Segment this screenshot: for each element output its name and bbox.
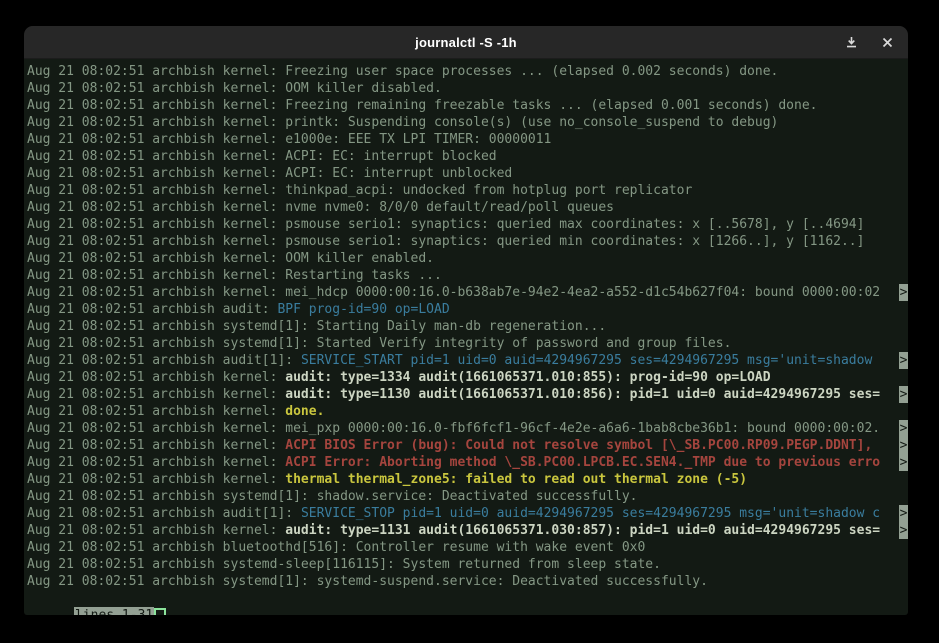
log-line: Aug 21 08:02:51 archbish systemd[1]: sha… bbox=[27, 488, 908, 505]
log-segment: Aug 21 08:02:51 archbish audit[1]: bbox=[27, 506, 301, 521]
log-line: Aug 21 08:02:51 archbish systemd[1]: sys… bbox=[27, 573, 908, 590]
log-segment: Aug 21 08:02:51 archbish kernel: bbox=[27, 523, 285, 538]
log-segment: Aug 21 08:02:51 archbish kernel: mei_hdc… bbox=[27, 285, 880, 300]
log-line: Aug 21 08:02:51 archbish kernel: printk:… bbox=[27, 114, 908, 131]
window-title: journalctl -S -1h bbox=[415, 35, 517, 50]
truncation-marker: > bbox=[899, 437, 908, 454]
log-segment: audit: type=1334 audit(1661065371.010:85… bbox=[285, 370, 770, 385]
truncation-marker: > bbox=[899, 505, 908, 522]
log-segment: Aug 21 08:02:51 archbish kernel: Freezin… bbox=[27, 64, 778, 79]
titlebar[interactable]: journalctl -S -1h bbox=[24, 26, 908, 59]
truncation-marker: > bbox=[899, 386, 908, 403]
log-line: Aug 21 08:02:51 archbish kernel: Freezin… bbox=[27, 63, 908, 80]
log-line: Aug 21 08:02:51 archbish kernel: audit: … bbox=[27, 369, 908, 386]
terminal-content[interactable]: Aug 21 08:02:51 archbish kernel: Freezin… bbox=[24, 59, 908, 615]
log-segment: Aug 21 08:02:51 archbish kernel: OOM kil… bbox=[27, 251, 434, 266]
truncation-marker: > bbox=[899, 522, 908, 539]
terminal-output: Aug 21 08:02:51 archbish kernel: Freezin… bbox=[27, 63, 908, 590]
log-segment: Aug 21 08:02:51 archbish kernel: nvme nv… bbox=[27, 200, 614, 215]
log-line: Aug 21 08:02:51 archbish kernel: mei_hdc… bbox=[27, 284, 908, 301]
log-segment: Aug 21 08:02:51 archbish kernel: printk:… bbox=[27, 115, 778, 130]
log-line: Aug 21 08:02:51 archbish systemd-sleep[1… bbox=[27, 556, 908, 573]
log-line: Aug 21 08:02:51 archbish audit: BPF prog… bbox=[27, 301, 908, 318]
log-line: Aug 21 08:02:51 archbish systemd[1]: Sta… bbox=[27, 335, 908, 352]
log-segment: Aug 21 08:02:51 archbish kernel: thinkpa… bbox=[27, 183, 692, 198]
log-segment: Aug 21 08:02:51 archbish audit[1]: bbox=[27, 353, 301, 368]
log-line: Aug 21 08:02:51 archbish kernel: ACPI Er… bbox=[27, 454, 908, 471]
pager-status: lines 1-31 bbox=[74, 607, 154, 615]
log-segment: Aug 21 08:02:51 archbish kernel: ACPI: E… bbox=[27, 166, 512, 181]
cursor bbox=[154, 608, 166, 615]
truncation-marker: > bbox=[899, 352, 908, 369]
log-segment: Aug 21 08:02:51 archbish systemd[1]: sha… bbox=[27, 489, 637, 504]
log-segment: Aug 21 08:02:51 archbish kernel: OOM kil… bbox=[27, 81, 442, 96]
log-line: Aug 21 08:02:51 archbish kernel: OOM kil… bbox=[27, 250, 908, 267]
log-segment: thermal thermal_zone5: failed to read ou… bbox=[285, 472, 747, 487]
truncation-marker: > bbox=[899, 284, 908, 301]
log-line: Aug 21 08:02:51 archbish kernel: ACPI BI… bbox=[27, 437, 908, 454]
log-line: Aug 21 08:02:51 archbish kernel: nvme nv… bbox=[27, 199, 908, 216]
log-segment: Aug 21 08:02:51 archbish kernel: bbox=[27, 387, 285, 402]
titlebar-buttons bbox=[840, 26, 898, 58]
log-line: Aug 21 08:02:51 archbish kernel: e1000e:… bbox=[27, 131, 908, 148]
log-segment: Aug 21 08:02:51 archbish kernel: ACPI: E… bbox=[27, 149, 497, 164]
log-line: Aug 21 08:02:51 archbish kernel: mei_pxp… bbox=[27, 420, 908, 437]
log-segment: Aug 21 08:02:51 archbish systemd[1]: Sta… bbox=[27, 336, 731, 351]
log-line: Aug 21 08:02:51 archbish bluetoothd[516]… bbox=[27, 539, 908, 556]
log-segment: Aug 21 08:02:51 archbish bluetoothd[516]… bbox=[27, 540, 645, 555]
log-segment: BPF prog-id=90 op=LOAD bbox=[277, 302, 449, 317]
log-segment: Aug 21 08:02:51 archbish kernel: bbox=[27, 472, 285, 487]
log-segment: Aug 21 08:02:51 archbish kernel: mei_pxp… bbox=[27, 421, 880, 436]
log-segment: Aug 21 08:02:51 archbish kernel: Restart… bbox=[27, 268, 442, 283]
log-segment: Aug 21 08:02:51 archbish kernel: bbox=[27, 455, 285, 470]
log-line: Aug 21 08:02:51 archbish kernel: Freezin… bbox=[27, 97, 908, 114]
terminal-window: journalctl -S -1h Aug 21 08:02:51 archbi… bbox=[24, 26, 908, 615]
log-line: Aug 21 08:02:51 archbish kernel: audit: … bbox=[27, 522, 908, 539]
log-line: Aug 21 08:02:51 archbish audit[1]: SERVI… bbox=[27, 352, 908, 369]
close-icon bbox=[882, 37, 893, 48]
log-segment: Aug 21 08:02:51 archbish systemd[1]: sys… bbox=[27, 574, 708, 589]
log-line: Aug 21 08:02:51 archbish kernel: ACPI: E… bbox=[27, 148, 908, 165]
log-segment: Aug 21 08:02:51 archbish kernel: Freezin… bbox=[27, 98, 818, 113]
log-line: Aug 21 08:02:51 archbish kernel: psmouse… bbox=[27, 233, 908, 250]
log-segment: Aug 21 08:02:51 archbish kernel: bbox=[27, 404, 285, 419]
pager-status-row: lines 1-31 bbox=[27, 590, 908, 607]
close-button[interactable] bbox=[876, 31, 898, 53]
log-line: Aug 21 08:02:51 archbish kernel: OOM kil… bbox=[27, 80, 908, 97]
log-segment: Aug 21 08:02:51 archbish systemd-sleep[1… bbox=[27, 557, 661, 572]
log-line: Aug 21 08:02:51 archbish kernel: ACPI: E… bbox=[27, 165, 908, 182]
log-line: Aug 21 08:02:51 archbish kernel: thermal… bbox=[27, 471, 908, 488]
log-segment: Aug 21 08:02:51 archbish systemd[1]: Sta… bbox=[27, 319, 606, 334]
log-segment: SERVICE_START pid=1 uid=0 auid=429496729… bbox=[301, 353, 880, 368]
log-segment: ACPI Error: Aborting method \_SB.PC00.LP… bbox=[285, 455, 880, 470]
log-segment: Aug 21 08:02:51 archbish kernel: e1000e:… bbox=[27, 132, 551, 147]
log-line: Aug 21 08:02:51 archbish systemd[1]: Sta… bbox=[27, 318, 908, 335]
log-segment: Aug 21 08:02:51 archbish kernel: psmouse… bbox=[27, 217, 864, 232]
log-segment: SERVICE_STOP pid=1 uid=0 auid=4294967295… bbox=[301, 506, 880, 521]
log-segment: audit: type=1130 audit(1661065371.010:85… bbox=[285, 387, 880, 402]
log-line: Aug 21 08:02:51 archbish audit[1]: SERVI… bbox=[27, 505, 908, 522]
log-segment: Aug 21 08:02:51 archbish kernel: psmouse… bbox=[27, 234, 864, 249]
log-segment: Aug 21 08:02:51 archbish kernel: bbox=[27, 370, 285, 385]
log-segment: done. bbox=[285, 404, 324, 419]
download-button[interactable] bbox=[840, 31, 862, 53]
truncation-marker: > bbox=[899, 454, 908, 471]
log-segment: Aug 21 08:02:51 archbish kernel: bbox=[27, 438, 285, 453]
log-segment: Aug 21 08:02:51 archbish audit: bbox=[27, 302, 277, 317]
log-line: Aug 21 08:02:51 archbish kernel: done. bbox=[27, 403, 908, 420]
truncation-marker: > bbox=[899, 420, 908, 437]
log-segment: ACPI BIOS Error (bug): Could not resolve… bbox=[285, 438, 880, 453]
log-segment: audit: type=1131 audit(1661065371.030:85… bbox=[285, 523, 880, 538]
download-icon bbox=[845, 36, 858, 49]
log-line: Aug 21 08:02:51 archbish kernel: Restart… bbox=[27, 267, 908, 284]
log-line: Aug 21 08:02:51 archbish kernel: audit: … bbox=[27, 386, 908, 403]
log-line: Aug 21 08:02:51 archbish kernel: thinkpa… bbox=[27, 182, 908, 199]
log-line: Aug 21 08:02:51 archbish kernel: psmouse… bbox=[27, 216, 908, 233]
